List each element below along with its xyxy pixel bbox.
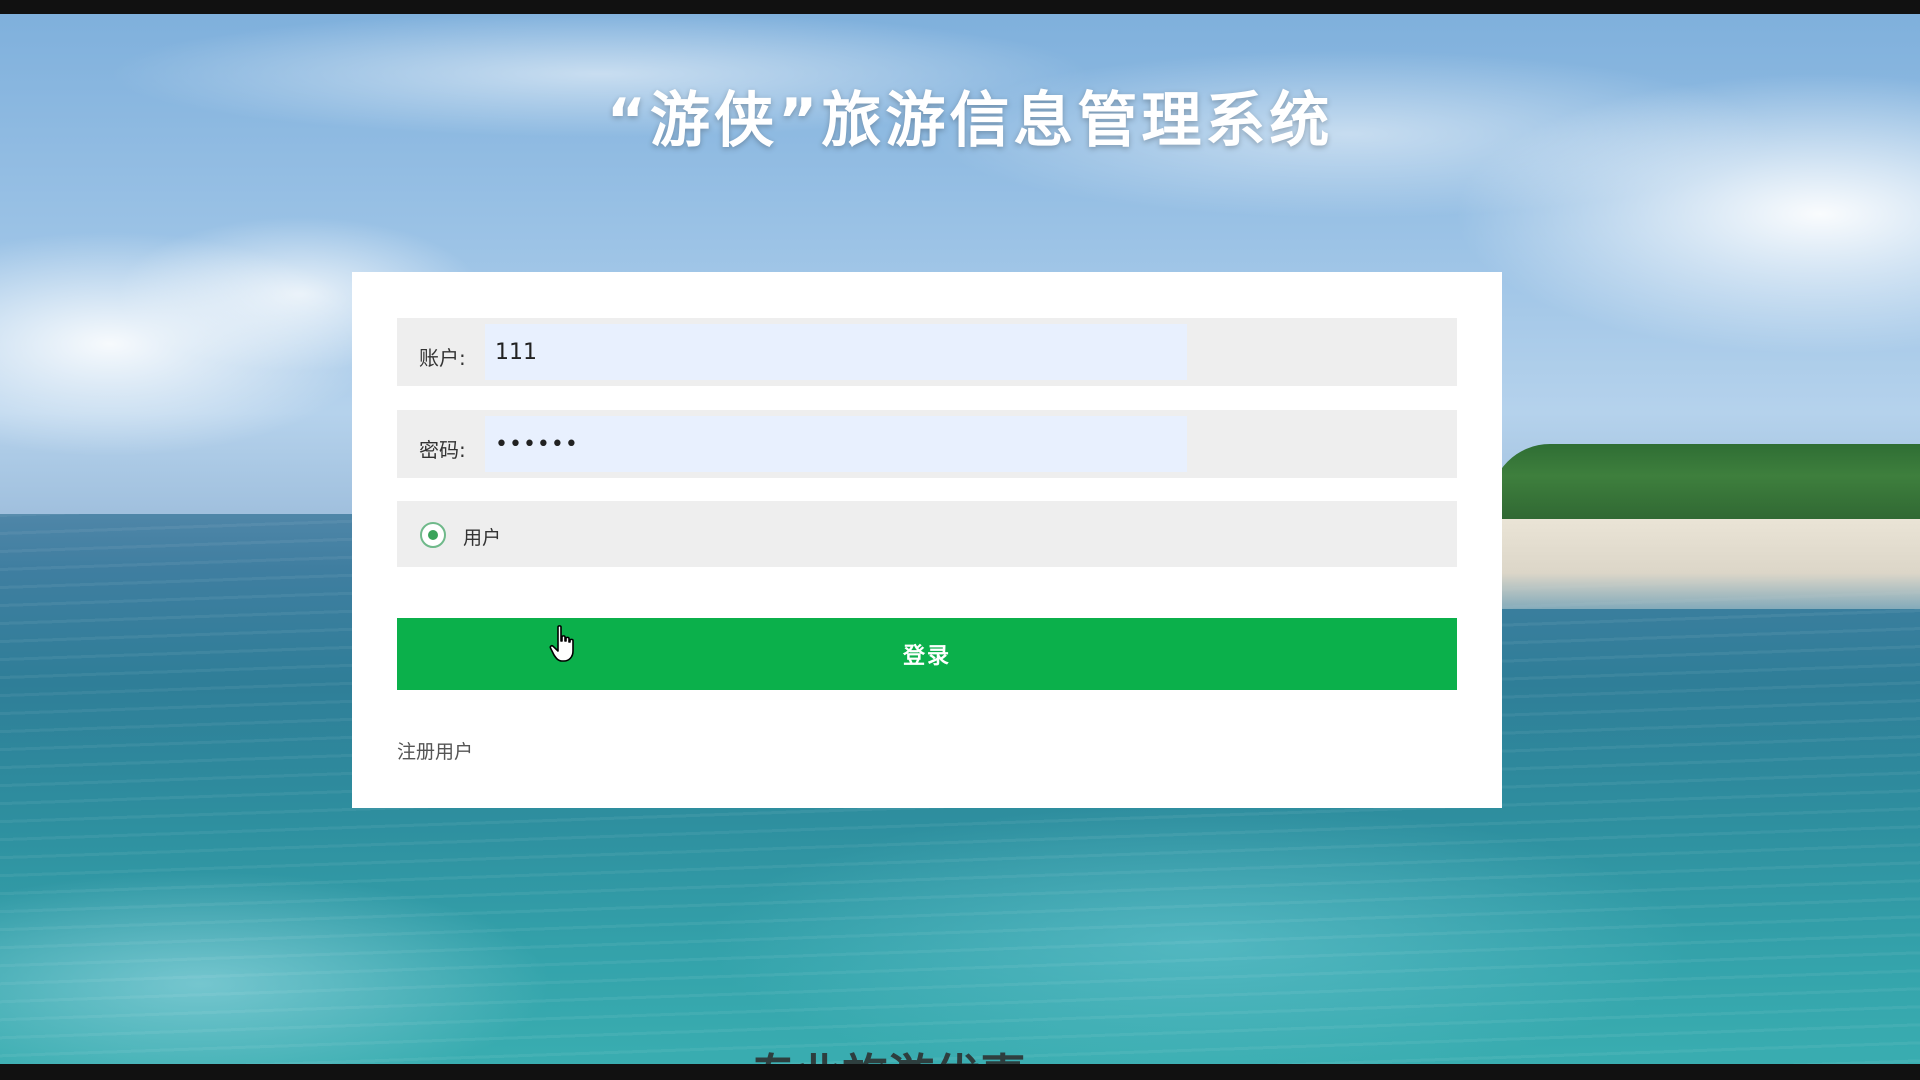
role-row: 用户 [397, 501, 1457, 567]
login-card: 账户: 密码: 用户 登录 注册用户 [352, 272, 1502, 808]
page-title: “游侠”旅游信息管理系统 [606, 86, 1334, 156]
register-user-link[interactable]: 注册用户 [397, 737, 473, 764]
account-input[interactable] [485, 324, 1187, 380]
password-row: 密码: [397, 410, 1457, 478]
account-label: 账户: [419, 346, 466, 370]
password-input[interactable] [485, 416, 1187, 472]
account-row: 账户: [397, 318, 1457, 386]
screen: “游侠”旅游信息管理系统 账户: 密码: 用户 登录 注册用户 专业旅游优惠 [0, 0, 1920, 1080]
hand-pointer-icon [549, 625, 574, 662]
role-user-label[interactable]: 用户 [463, 523, 501, 550]
password-label: 密码: [419, 438, 466, 462]
background-island [1490, 444, 1920, 524]
background-beach [1460, 519, 1920, 609]
radio-dot [428, 530, 438, 540]
top-letterbox-bar [0, 0, 1920, 14]
bottom-letterbox-bar [0, 1064, 1920, 1080]
radio-selected-icon[interactable] [420, 522, 446, 548]
